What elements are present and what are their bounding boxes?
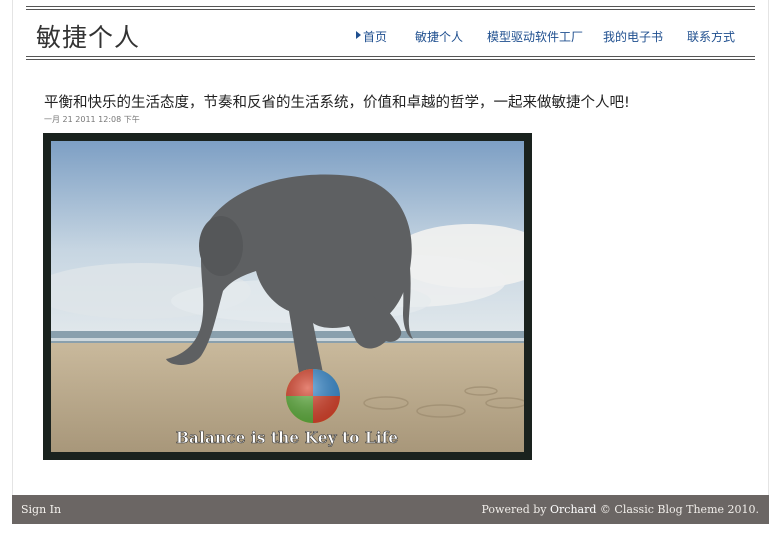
sign-in-link[interactable]: Sign In [21, 503, 61, 516]
orchard-link[interactable]: Orchard [550, 503, 596, 516]
nav-item-agile-person[interactable]: 敏捷个人 [415, 28, 463, 45]
powered-by-text: Powered by [481, 503, 547, 516]
header-rule-top [26, 6, 755, 7]
main-nav: 首页 敏捷个人 模型驱动软件工厂 我的电子书 联系方式 [26, 28, 755, 44]
post-title[interactable]: 平衡和快乐的生活态度，节奏和反省的生活系统，价值和卓越的哲学，一起来做敏捷个人吧… [44, 91, 630, 112]
footer-credits: Powered by Orchard © Classic Blog Theme … [481, 503, 759, 516]
nav-item-home[interactable]: 首页 [363, 28, 387, 45]
post-image: Balance is the Key to Life [43, 133, 532, 460]
header-rule-top-2 [26, 9, 755, 10]
nav-item-contact[interactable]: 联系方式 [687, 28, 735, 45]
elephant-on-ball-illustration: Balance is the Key to Life [51, 141, 524, 452]
surf [51, 338, 524, 341]
image-caption: Balance is the Key to Life [176, 428, 398, 447]
current-page-arrow-icon [356, 31, 361, 39]
sea [51, 331, 524, 343]
header-rule-bottom-2 [26, 59, 755, 60]
nav-item-model-driven-factory[interactable]: 模型驱动软件工厂 [487, 28, 583, 45]
theme-text: © Classic Blog Theme 2010. [599, 503, 759, 516]
nav-item-ebooks[interactable]: 我的电子书 [603, 28, 663, 45]
header-rule-bottom [26, 56, 755, 57]
site-footer: Sign In Powered by Orchard © Classic Blo… [12, 495, 769, 524]
beach-ball-shade [286, 369, 340, 423]
site-header: 敏捷个人 首页 敏捷个人 模型驱动软件工厂 我的电子书 联系方式 [26, 6, 755, 61]
post-date: 一月 21 2011 12:08 下午 [44, 115, 140, 124]
